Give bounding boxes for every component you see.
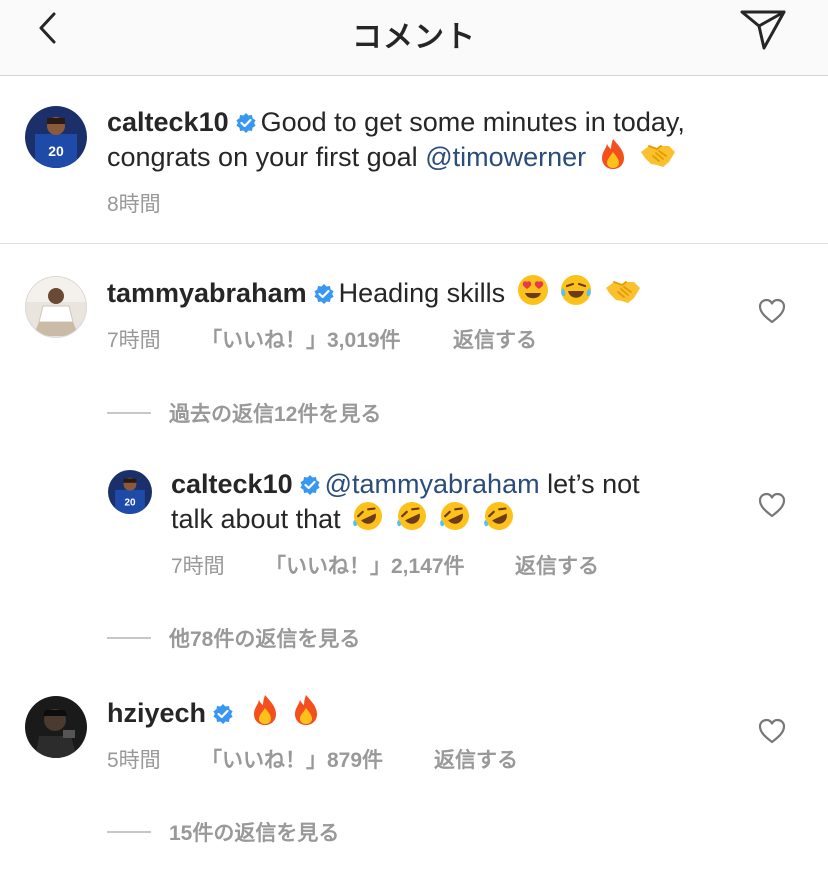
comment-meta: 7時間 「いいね！」3,019件 返信する [107, 324, 567, 352]
rofl-emoji-icon [396, 502, 426, 530]
view-replies-label: 他78件の返信を見る [169, 628, 361, 651]
like-count[interactable]: 「いいね！」2,147件 [265, 550, 465, 580]
top-nav-bar: コメント [0, 0, 828, 76]
rofl-emoji-icon [483, 502, 513, 530]
svg-text:20: 20 [48, 143, 64, 159]
username[interactable]: calteck10 [171, 469, 293, 499]
caption-text: Good to get some minutes in today, [260, 107, 685, 137]
like-count[interactable]: 「いいね！」3,019件 [201, 324, 401, 354]
divider-dash [107, 637, 151, 640]
like-count[interactable]: 「いいね！」879件 [201, 744, 383, 774]
comment-body: talk about that [171, 504, 341, 534]
divider-dash [107, 831, 151, 834]
comment-text: tammyabraham Heading skills [107, 274, 642, 310]
post-caption-line-1: calteck10 Good to get some minutes in tod… [107, 106, 685, 139]
username[interactable]: calteck10 [107, 107, 229, 137]
like-heart-icon[interactable] [758, 298, 786, 324]
paper-plane-icon[interactable] [738, 6, 788, 52]
handshake-emoji-icon [605, 281, 640, 303]
avatar[interactable]: 20 [108, 470, 152, 514]
timestamp: 7時間 [171, 555, 225, 578]
timestamp: 5時間 [107, 749, 161, 772]
view-replies-link[interactable]: 他78件の返信を見る [107, 623, 360, 653]
post-meta: 8時間 [107, 188, 307, 216]
verified-badge-icon [213, 704, 233, 724]
reply-button[interactable]: 返信する [453, 324, 537, 354]
joy-emoji-icon [561, 275, 592, 305]
svg-text:20: 20 [124, 497, 136, 508]
comment-text: hziyech [107, 694, 321, 730]
comment-meta: 7時間 「いいね！」2,147件 返信する [171, 550, 631, 578]
verified-badge-icon [313, 284, 334, 304]
avatar[interactable]: 20 [25, 106, 87, 168]
verified-badge-icon [236, 113, 256, 133]
like-heart-icon[interactable] [758, 718, 786, 744]
mention-link[interactable]: @tammyabraham [325, 469, 540, 499]
comment-meta: 5時間 「いいね！」879件 返信する [107, 744, 567, 772]
post-caption-line-2: congrats on your first goal @timowerner [107, 138, 677, 174]
reply-text-line-2: talk about that [171, 500, 515, 536]
verified-badge-icon [300, 475, 320, 495]
username[interactable]: tammyabraham [107, 278, 307, 308]
avatar-border [25, 276, 87, 338]
view-replies-link[interactable]: 15件の返信を見る [107, 817, 339, 847]
divider [0, 243, 828, 244]
fire-emoji-icon [601, 139, 624, 169]
timestamp: 8時間 [107, 193, 161, 216]
fire-emoji-icon [295, 695, 318, 725]
comment-body: let’s not [547, 469, 640, 499]
reply-text-line-1: calteck10 @tammyabraham let’s not [171, 468, 640, 501]
timestamp: 7時間 [107, 329, 161, 352]
like-heart-icon[interactable] [758, 492, 786, 518]
reply-button[interactable]: 返信する [515, 550, 599, 580]
caption-text: congrats on your first goal [107, 142, 418, 172]
handshake-emoji-icon [641, 145, 676, 167]
username[interactable]: hziyech [107, 698, 206, 728]
rofl-emoji-icon [353, 502, 383, 530]
reply-button[interactable]: 返信する [434, 744, 518, 774]
divider-dash [107, 412, 151, 415]
mention-link[interactable]: @timowerner [425, 142, 586, 172]
view-replies-link[interactable]: 過去の返信12件を見る [107, 398, 381, 428]
avatar[interactable] [25, 696, 87, 758]
rofl-emoji-icon [440, 502, 470, 530]
page-title: コメント [352, 21, 476, 54]
comment-body: Heading skills [338, 278, 506, 308]
view-replies-label: 過去の返信12件を見る [169, 403, 382, 426]
heart-eyes-emoji-icon [517, 275, 548, 305]
fire-emoji-icon [253, 695, 276, 725]
view-replies-label: 15件の返信を見る [169, 822, 340, 845]
